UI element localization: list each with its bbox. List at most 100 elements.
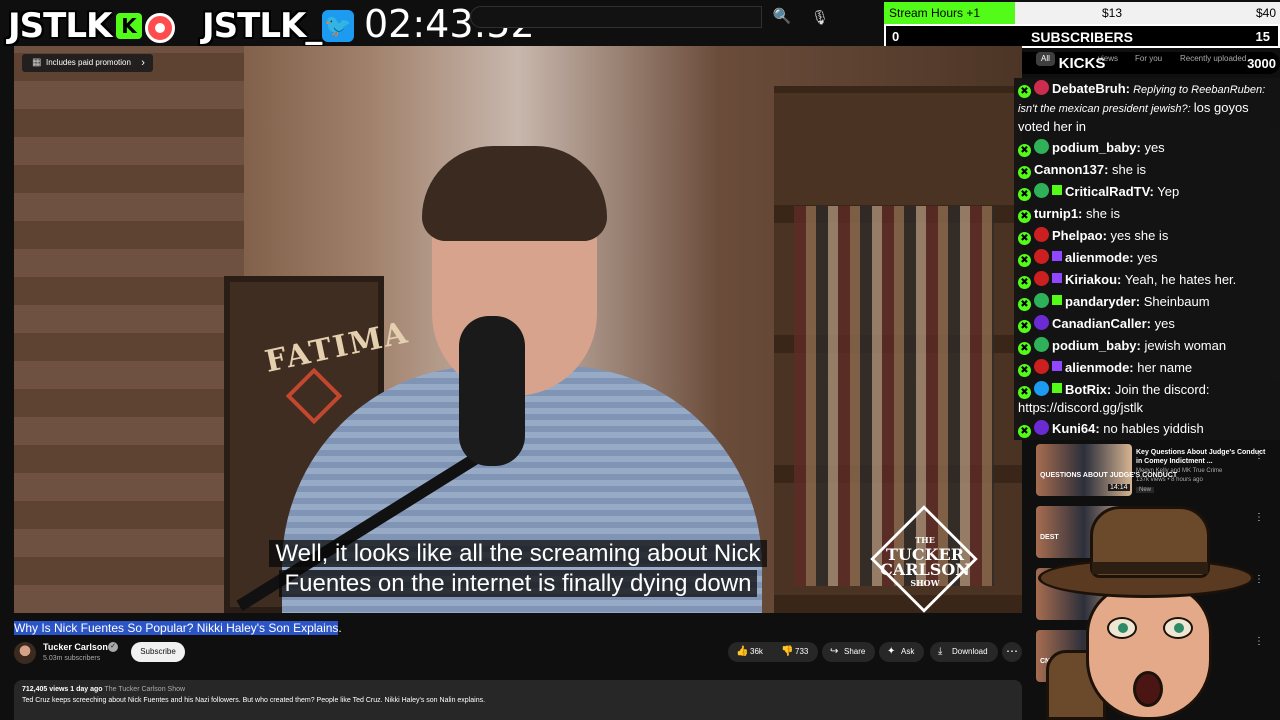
kick-mod-icon[interactable]: ✖	[1018, 298, 1031, 311]
kick-mod-icon[interactable]: ✖	[1018, 425, 1031, 438]
chat-message: ✖ BotRix: Join the discord: https://disco…	[1014, 379, 1280, 418]
kick-mod-icon[interactable]: ✖	[1018, 276, 1031, 289]
paid-promotion-badge[interactable]: Includes paid promotion	[22, 54, 153, 72]
kick-mod-icon[interactable]: ✖	[1018, 210, 1031, 223]
jstlk-logo-twitter: JSTLK_	[202, 6, 322, 46]
description-text: Ted Cruz keeps screeching about Nick Fue…	[22, 697, 486, 704]
cartoon-mouth	[1133, 671, 1163, 707]
chat-username[interactable]: BotRix:	[1065, 382, 1111, 397]
more-options-icon[interactable]: ⋯	[1002, 642, 1022, 662]
share-label: Share	[844, 647, 866, 656]
kick-mod-icon[interactable]: ✖	[1018, 342, 1031, 355]
kick-mod-icon[interactable]: ✖	[1018, 144, 1031, 157]
description-box[interactable]: 712,405 views 1 day ago The Tucker Carls…	[14, 680, 1022, 720]
dislike-count: 733	[795, 647, 809, 656]
show-tag[interactable]: The Tucker Carlson Show	[105, 686, 186, 693]
download-label: Download	[952, 647, 988, 656]
chat-message: ✖ podium_baby: yes	[1014, 137, 1280, 159]
user-badge-icon	[1034, 337, 1049, 352]
kick-mod-icon[interactable]: ✖	[1018, 232, 1031, 245]
gift-badge-icon	[1052, 251, 1062, 261]
cartoon-right-eye	[1163, 617, 1193, 639]
chat-message: ✖ Kiriakou: Yeah, he hates her.	[1014, 269, 1280, 291]
channel-name[interactable]: Tucker Carlson	[43, 642, 108, 652]
chat-text: yes	[1133, 250, 1158, 265]
chat-username[interactable]: podium_baby:	[1052, 338, 1141, 353]
chat-username[interactable]: Kuni64:	[1052, 421, 1100, 436]
chat-message: ✖ Kuni64: no hables yiddish	[1014, 418, 1280, 440]
download-button[interactable]: ⤓ Download	[930, 642, 998, 662]
video-title: Why Is Nick Fuentes So Popular? Nikki Ha…	[14, 621, 342, 635]
title-highlight: Why Is Nick Fuentes So Popular? Nikki Ha…	[14, 621, 339, 635]
kick-mod-icon[interactable]: ✖	[1018, 386, 1031, 399]
search-icon[interactable]: 🔍	[764, 4, 800, 30]
cartoon-left-eye	[1107, 617, 1137, 639]
stream-hours-mid: $13	[1102, 6, 1123, 20]
mic-icon[interactable]: 🎙	[806, 4, 834, 30]
user-badge-icon	[1034, 420, 1049, 435]
video-player[interactable]: FATIMA Includes paid promotion Well, it …	[14, 46, 1022, 613]
chat-username[interactable]: Cannon137:	[1034, 162, 1108, 177]
more-vert-icon[interactable]: ⋮	[1254, 450, 1264, 461]
views-and-date: 712,405 views 1 day ago The Tucker Carls…	[22, 686, 1014, 693]
ask-label: Ask	[901, 647, 915, 656]
ask-button[interactable]: ✦ Ask	[879, 642, 925, 662]
user-badge-icon	[1034, 315, 1049, 330]
chat-username[interactable]: turnip1:	[1034, 206, 1082, 221]
wood-wall	[14, 46, 244, 613]
chat-username[interactable]: DebateBruh:	[1052, 81, 1130, 96]
kicks-goal-count: 3000	[1247, 56, 1276, 71]
chat-username[interactable]: alienmode:	[1065, 250, 1134, 265]
search-input[interactable]	[470, 6, 762, 28]
user-badge-icon	[1034, 381, 1049, 396]
chat-text: she is	[1082, 206, 1120, 221]
video-caption: Well, it looks like all the screaming ab…	[248, 539, 788, 599]
like-button[interactable]: 👍 36k	[728, 642, 773, 662]
chat-text: yes	[1140, 140, 1165, 155]
subscribers-goal-count: 15	[1255, 29, 1270, 44]
share-button[interactable]: ↪ Share	[822, 642, 876, 662]
user-badge-icon	[1034, 227, 1049, 242]
chat-username[interactable]: Phelpao:	[1052, 228, 1107, 243]
chat-message: ✖ Phelpao: yes she is	[1014, 225, 1280, 247]
chip-views[interactable]: views	[1098, 52, 1118, 66]
twitter-bird-icon: 🐦	[322, 10, 354, 42]
chip-for-you[interactable]: For you	[1135, 52, 1162, 66]
chat-username[interactable]: Kiriakou:	[1065, 272, 1121, 287]
subscriber-count: 5.03m subscribers	[43, 655, 101, 662]
chat-message: ✖ CriticalRadTV: Yep	[1014, 181, 1280, 203]
subscribe-button[interactable]: Subscribe	[131, 642, 185, 662]
chat-message: ✖ alienmode: her name	[1014, 357, 1280, 379]
title-end: .	[338, 621, 342, 635]
kick-mod-icon[interactable]: ✖	[1018, 364, 1031, 377]
chat-text: Yeah, he hates her.	[1121, 272, 1237, 287]
chat-message: ✖ CanadianCaller: yes	[1014, 313, 1280, 335]
kick-mod-icon[interactable]: ✖	[1018, 254, 1031, 267]
user-badge-icon	[1034, 293, 1049, 308]
chat-username[interactable]: podium_baby:	[1052, 140, 1141, 155]
thumbs-down-icon: 👎	[781, 646, 794, 657]
recommended-video[interactable]: QUESTIONS ABOUT JUDGE'S CONDUCT 14:14 Key …	[1036, 444, 1280, 500]
kick-badge-icon: K	[116, 13, 142, 39]
kick-mod-icon[interactable]: ✖	[1018, 85, 1031, 98]
chat-message: ✖ pandaryder: Sheinbaum	[1014, 291, 1280, 313]
chat-text: she is	[1108, 162, 1146, 177]
user-badge-icon	[1034, 80, 1049, 95]
cartoon-hat-band	[1092, 562, 1208, 574]
kick-mod-icon[interactable]: ✖	[1018, 320, 1031, 333]
chat-username[interactable]: CanadianCaller:	[1052, 316, 1151, 331]
chat-username[interactable]: alienmode:	[1065, 360, 1134, 375]
chat-text: jewish woman	[1140, 338, 1227, 353]
chip-all[interactable]: All	[1036, 52, 1055, 66]
chat-username[interactable]: pandaryder:	[1065, 294, 1140, 309]
stream-hours-max: $40	[1255, 6, 1276, 20]
kick-mod-icon[interactable]: ✖	[1018, 166, 1031, 179]
avatar[interactable]	[14, 642, 36, 664]
microphone	[459, 316, 525, 466]
kick-mod-icon[interactable]: ✖	[1018, 188, 1031, 201]
chip-recently-uploaded[interactable]: Recently uploaded	[1180, 52, 1246, 66]
chat-username[interactable]: CriticalRadTV:	[1065, 184, 1154, 199]
user-badge-icon	[1034, 139, 1049, 154]
dislike-button[interactable]: 👎 733	[773, 642, 819, 662]
gift-badge-icon	[1052, 295, 1062, 305]
